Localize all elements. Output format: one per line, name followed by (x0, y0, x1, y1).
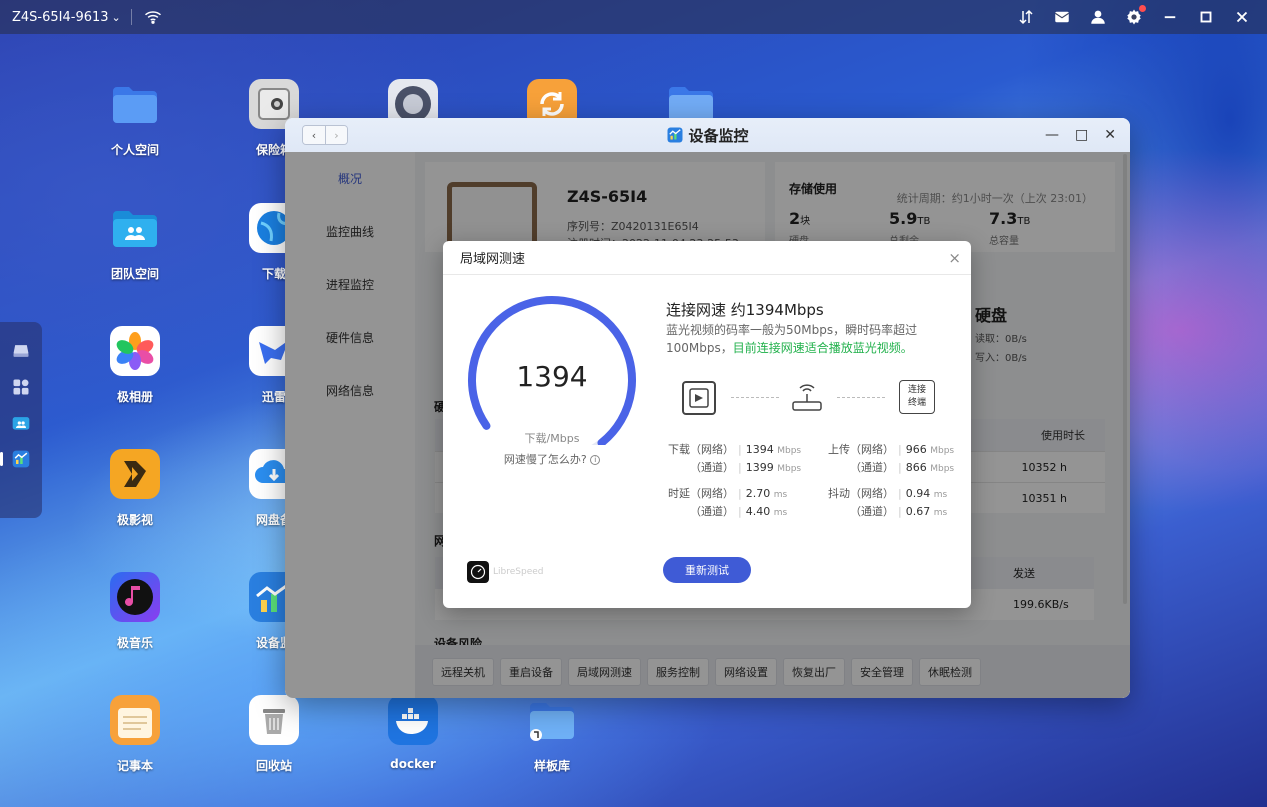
router-icon (792, 384, 822, 411)
speedometer-icon (467, 561, 489, 583)
stat-jitter-net: 抖动（网络） | 0.94 ms (828, 487, 948, 500)
forward-button[interactable]: › (325, 126, 347, 144)
sort-icon[interactable] (1015, 6, 1037, 28)
app-label: 样板库 (533, 759, 570, 773)
window-title-text: 设备监控 (688, 126, 749, 145)
active-indicator (0, 452, 3, 466)
window-titlebar[interactable]: ‹ › 设备监控 — □ ✕ (285, 118, 1130, 152)
app-label: 团队空间 (110, 267, 159, 281)
hostname-menu[interactable]: Z4S-65I4-9613 ⌄ (12, 10, 121, 25)
window-maximize-button[interactable]: □ (1075, 127, 1088, 143)
nas-device-icon (682, 381, 716, 415)
app-photos[interactable]: 极相册 (85, 326, 185, 405)
apps-grid-icon[interactable] (10, 376, 32, 398)
photos-icon (110, 326, 160, 376)
librespeed-text: LibreSpeed (493, 567, 544, 577)
app-notepad[interactable]: 记事本 (85, 695, 185, 774)
team-folder-icon (110, 203, 160, 253)
slow-speed-help-link[interactable]: 网速慢了怎么办? i (463, 451, 641, 467)
app-music[interactable]: 极音乐 (85, 572, 185, 651)
stat-jitter-channel: （通道） | 0.67 ms (850, 505, 948, 518)
trash-icon (249, 695, 299, 745)
result-desc-highlight: 目前连接网速适合播放蓝光视频。 (732, 341, 913, 355)
app-trash[interactable]: 回收站 (224, 695, 324, 774)
lan-speedtest-dialog: 局域网测速 × 1394 下载/Mbps 网速慢了怎么办? i 连接网速 约13… (443, 241, 971, 608)
docker-icon (388, 695, 438, 745)
app-label: 下载 (261, 267, 286, 281)
hostname: Z4S-65I4-9613 (12, 9, 109, 25)
connection-line (731, 397, 779, 398)
minimize-icon[interactable] (1159, 6, 1181, 28)
app-team-space[interactable]: 团队空间 (85, 203, 185, 282)
app-label: 记事本 (116, 759, 153, 773)
drive-icon[interactable] (10, 340, 32, 362)
slow-speed-help-text: 网速慢了怎么办? (503, 453, 587, 466)
stat-latency-net: 时延（网络） | 2.70 ms (668, 487, 788, 500)
app-label: 迅雷 (261, 390, 286, 404)
dialog-title: 局域网测速 (443, 241, 971, 275)
close-icon[interactable] (1231, 6, 1253, 28)
mail-icon[interactable] (1051, 6, 1073, 28)
notepad-icon (110, 695, 160, 745)
dialog-close-button[interactable]: × (948, 250, 961, 266)
music-icon (110, 572, 160, 622)
result-title: 连接网速 约1394Mbps (666, 301, 824, 319)
app-template-library[interactable]: 样板库 (502, 695, 602, 774)
endpoint-box: 连接 终端 (899, 380, 935, 414)
info-icon: i (590, 455, 601, 465)
divider (130, 9, 132, 25)
app-personal-space[interactable]: 个人空间 (85, 79, 185, 158)
app-label: 极影视 (116, 513, 153, 527)
connection-line (837, 397, 885, 398)
app-label: 极相册 (116, 390, 153, 404)
librespeed-logo: LibreSpeed (467, 561, 543, 583)
window-controls: — □ ✕ (1045, 118, 1116, 152)
app-label: 极音乐 (116, 636, 153, 650)
chevron-down-icon: ⌄ (111, 10, 121, 24)
retest-button[interactable]: 重新测试 (663, 557, 751, 583)
gauge-unit: 下载/Mbps (524, 432, 580, 445)
app-label: docker (390, 757, 436, 771)
user-icon[interactable] (1087, 6, 1109, 28)
window-title: 设备监控 (285, 125, 1130, 146)
stat-latency-channel: （通道） | 4.40 ms (690, 505, 788, 518)
notification-dot (1139, 5, 1146, 12)
device-monitor-icon (667, 127, 683, 143)
result-description: 蓝光视频的码率一般为50Mbps，瞬时码率超过100Mbps，目前连接网速适合播… (666, 321, 956, 357)
app-label: 回收站 (255, 759, 292, 773)
stat-upload-net: 上传（网络） | 966 Mbps (828, 443, 955, 456)
app-docker[interactable]: docker (363, 695, 463, 771)
window-close-button[interactable]: ✕ (1104, 127, 1116, 143)
connection-diagram: 连接 终端 (681, 378, 941, 418)
video-icon (110, 449, 160, 499)
wifi-icon[interactable] (142, 6, 164, 28)
gauge-value: 1394 (516, 360, 588, 393)
app-label: 个人空间 (110, 143, 159, 157)
back-button[interactable]: ‹ (303, 126, 325, 144)
nav-buttons: ‹ › (302, 125, 348, 145)
dock (0, 322, 42, 518)
top-bar: Z4S-65I4-9613 ⌄ (0, 0, 1267, 34)
stat-upload-channel: （通道） | 866 Mbps (850, 461, 955, 474)
template-folder-icon (527, 695, 577, 745)
app-video[interactable]: 极影视 (85, 449, 185, 528)
window-minimize-button[interactable]: — (1045, 127, 1059, 143)
stat-download-channel: （通道） | 1399 Mbps (690, 461, 802, 474)
team-space-icon[interactable] (10, 412, 32, 434)
scrollbar[interactable] (1123, 154, 1127, 604)
maximize-icon[interactable] (1195, 6, 1217, 28)
device-monitor-icon[interactable] (0, 448, 32, 470)
folder-icon (110, 79, 160, 129)
stat-download-net: 下载（网络） | 1394 Mbps (668, 443, 802, 456)
gear-icon[interactable] (1123, 5, 1146, 28)
